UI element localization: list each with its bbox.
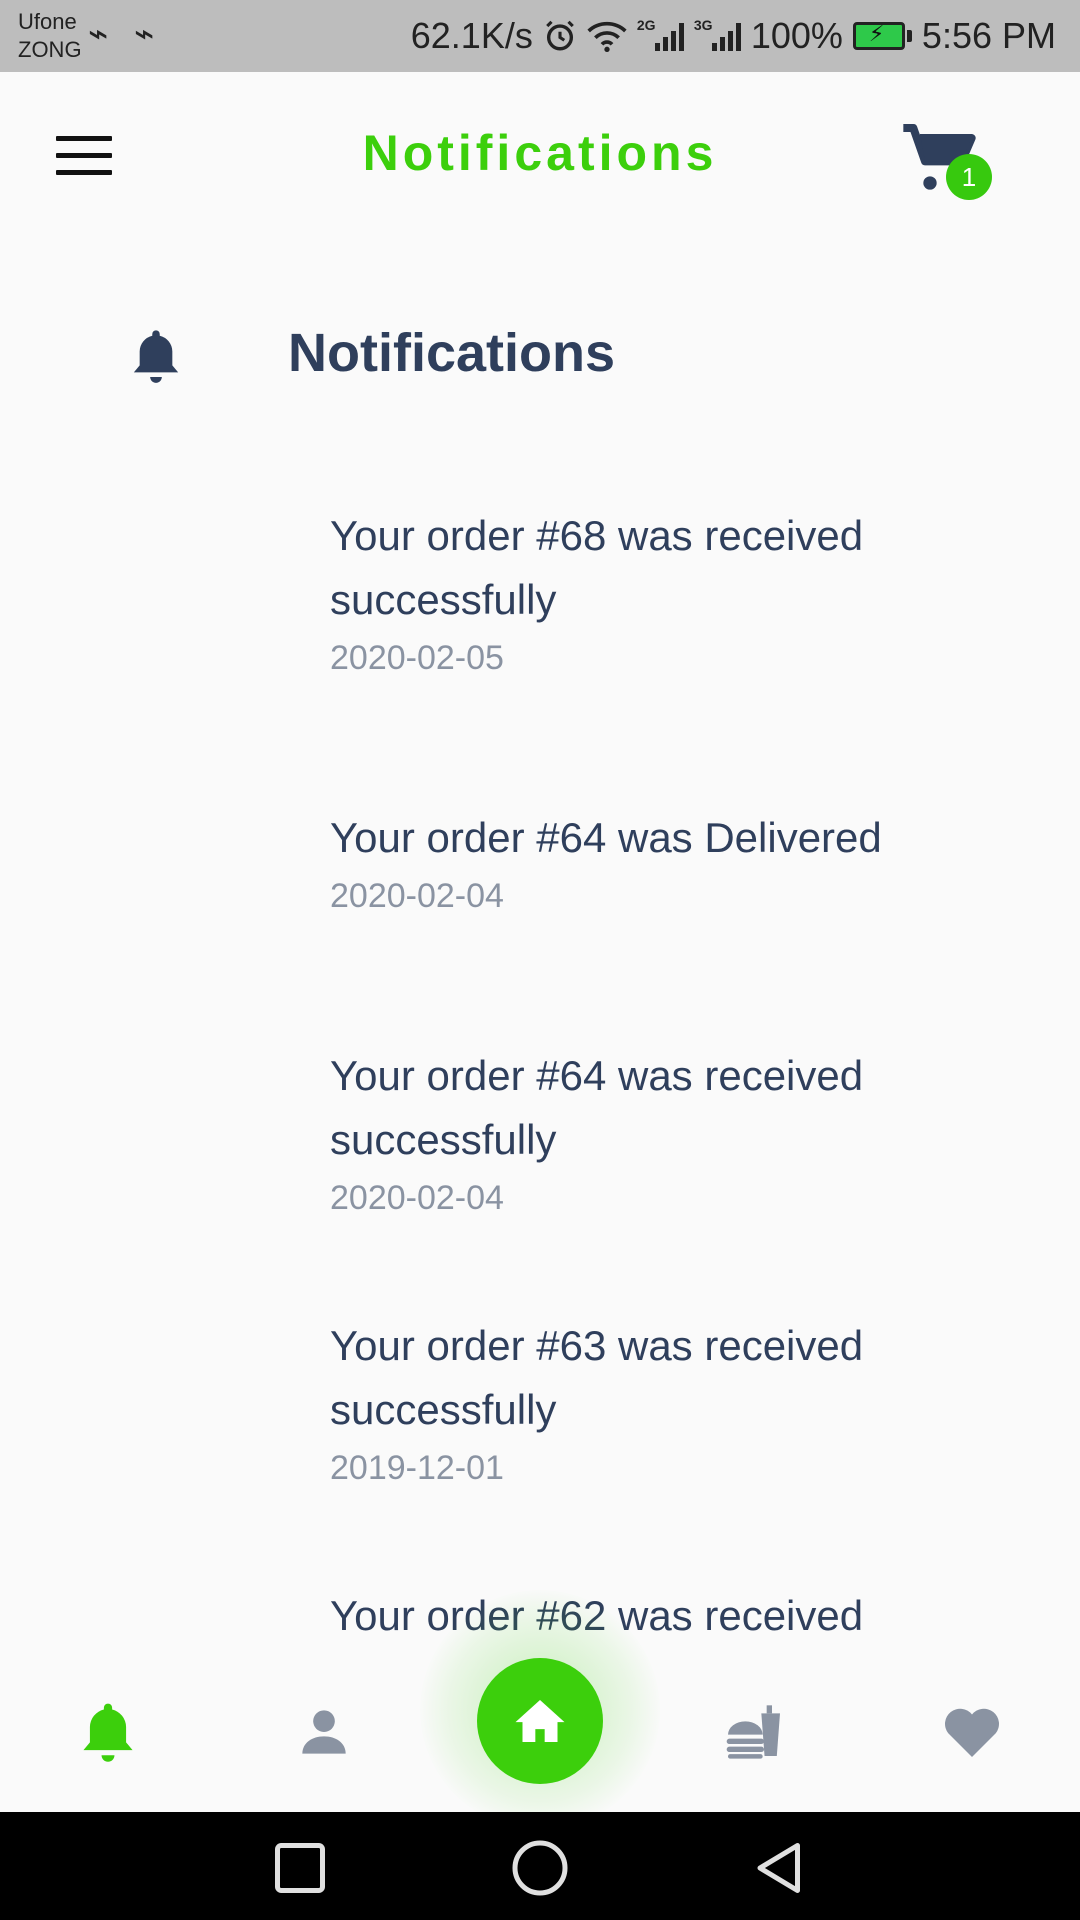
usb-icon: ⌁ (134, 15, 155, 53)
screen: Ufone ZONG ⌁ ⌁ 62.1K/s 2G 3G 100% ⚡ 5:56… (0, 0, 1080, 1920)
nav-favorites[interactable] (932, 1692, 1012, 1772)
signal-icon: 2G (637, 17, 684, 51)
notification-date: 2019-12-01 (330, 1449, 504, 1487)
signal-icon: 3G (694, 17, 741, 51)
notification-message: Your order #63 was received successfully (330, 1322, 864, 1433)
notification-message: Your order #64 was Delivered (330, 814, 882, 861)
cart-count-badge: 1 (946, 154, 992, 200)
battery-icon (852, 21, 912, 50)
status-bar: Ufone ZONG ⌁ ⌁ 62.1K/s 2G 3G 100% ⚡ 5:56… (0, 0, 1080, 72)
usb-icon: ⌁ (88, 15, 109, 53)
bell-icon (133, 330, 179, 383)
signal-tag-3g: 3G (693, 17, 713, 33)
notification-item[interactable]: Your order #64 was received successfully… (330, 1044, 990, 1222)
battery-percent: 100% (750, 15, 843, 56)
back-icon[interactable] (750, 1838, 810, 1898)
notification-date: 2020-02-05 (330, 639, 504, 677)
home-circle-icon[interactable] (510, 1838, 570, 1898)
notification-message: Your order #64 was received successfully (330, 1052, 864, 1163)
carrier-2: ZONG (18, 37, 82, 62)
app-bar: Notifications 1 (0, 72, 1080, 242)
notification-item[interactable]: Your order #63 was received successfully… (330, 1314, 990, 1492)
recents-icon[interactable] (270, 1838, 330, 1898)
section-header: Notifications (0, 310, 1080, 400)
heart-icon (944, 1708, 1000, 1757)
home-icon (515, 1700, 565, 1742)
nav-menu[interactable] (716, 1692, 796, 1772)
nav-home[interactable] (477, 1658, 603, 1784)
bottom-navigation (0, 1590, 1080, 1830)
person-icon (302, 1710, 346, 1754)
nav-notifications[interactable] (68, 1692, 148, 1772)
notification-item[interactable]: Your order #64 was Delivered 2020-02-04 (330, 806, 990, 920)
wifi-icon (587, 21, 627, 52)
notification-date: 2020-02-04 (330, 1179, 504, 1217)
signal-tag-2g: 2G (636, 17, 656, 33)
cart-button[interactable]: 1 (900, 118, 1000, 208)
status-right: 62.1K/s 2G 3G 100% 5:56 PM (411, 12, 1056, 60)
notification-date: 2020-02-04 (330, 877, 504, 915)
nav-profile[interactable] (284, 1692, 364, 1772)
food-icon (726, 1705, 780, 1759)
alarm-icon (545, 20, 574, 51)
section-title: Notifications (288, 323, 616, 383)
notification-message: Your order #62 was received (330, 1592, 864, 1639)
carrier-1: Ufone (18, 9, 77, 34)
bell-icon (83, 1703, 133, 1762)
carrier-labels: Ufone ZONG (18, 8, 82, 64)
system-navigation-bar (0, 1812, 1080, 1920)
network-speed: 62.1K/s (410, 15, 533, 56)
notification-item[interactable]: Your order #62 was received (330, 1584, 990, 1650)
notification-item[interactable]: Your order #68 was received successfully… (330, 504, 990, 682)
notification-message: Your order #68 was received successfully (330, 512, 864, 623)
clock: 5:56 PM (921, 15, 1056, 56)
